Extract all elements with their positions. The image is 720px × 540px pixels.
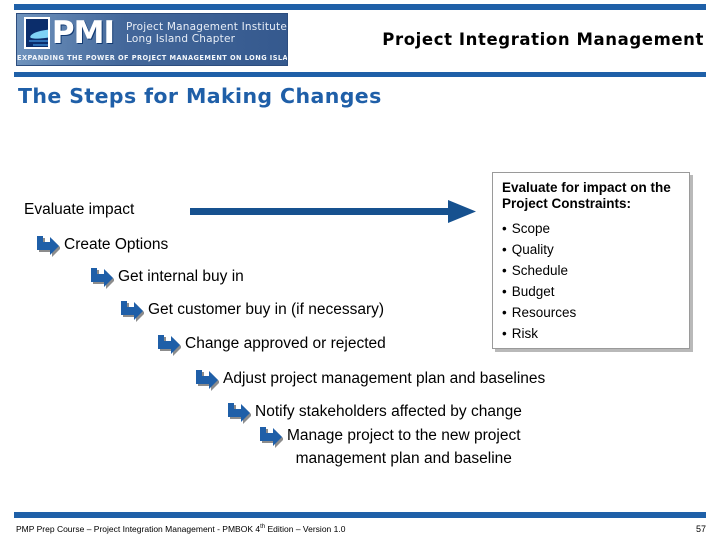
step-label: Create Options: [64, 236, 169, 253]
bent-arrow-icon: [34, 233, 61, 257]
step-label: Change approved or rejected: [185, 335, 386, 352]
process-direction-arrow: [190, 198, 476, 226]
step-item-8-row: Manage project to the new project: [257, 424, 521, 448]
island-shape: [29, 28, 48, 40]
step-item-8: Manage project to the new project manage…: [257, 424, 521, 470]
page-title: The Steps for Making Changes: [18, 84, 382, 108]
step-item-4: Get customer buy in (if necessary): [118, 298, 384, 322]
slide-number: 57: [695, 524, 706, 534]
step-item-1: Evaluate impact: [24, 200, 134, 220]
list-item: Resources: [502, 302, 680, 323]
step-item-5: Change approved or rejected: [155, 332, 386, 356]
step-label: Get internal buy in: [118, 268, 244, 285]
header-divider-bar: [14, 72, 706, 77]
logo-org-line-2: Long Island Chapter: [126, 33, 236, 45]
pmi-long-island-logo: PMI Project Management Institute Long Is…: [16, 13, 288, 66]
logo-org-names: Project Management Institute Long Island…: [126, 21, 287, 45]
step-label: Get customer buy in (if necessary): [148, 301, 385, 318]
bent-arrow-icon: [225, 400, 252, 424]
list-item: Quality: [502, 239, 680, 260]
logo-org-line-1: Project Management Institute: [126, 21, 287, 33]
wave-line-top: [29, 40, 48, 42]
footer-text-before: PMP Prep Course – Project Integration Ma…: [16, 524, 261, 534]
long-island-island-icon: [24, 17, 50, 49]
step-label: Evaluate impact: [24, 201, 135, 218]
bent-arrow-icon: [257, 424, 284, 448]
top-accent-bar: [14, 4, 706, 10]
step-item-6: Adjust project management plan and basel…: [193, 367, 545, 391]
footer-accent-bar: [14, 512, 706, 518]
logo-acronym: PMI: [51, 15, 115, 51]
logo-tagline: EXPANDING THE POWER OF PROJECT MANAGEMEN…: [17, 54, 288, 62]
step-item-3: Get internal buy in: [88, 265, 244, 289]
step-label-line-2: management plan and baseline: [295, 450, 512, 467]
list-item: Budget: [502, 281, 680, 302]
step-label: Adjust project management plan and basel…: [223, 370, 546, 387]
bent-arrow-icon: [155, 332, 182, 356]
constraints-list: Scope Quality Schedule Budget Resources …: [502, 218, 680, 344]
step-item-7: Notify stakeholders affected by change: [225, 400, 522, 424]
list-item: Schedule: [502, 260, 680, 281]
list-item: Risk: [502, 323, 680, 344]
footer-course-label: PMP Prep Course – Project Integration Ma…: [16, 524, 345, 534]
step-label: Notify stakeholders affected by change: [255, 403, 522, 420]
header-title: Project Integration Management: [382, 30, 704, 49]
constraints-title: Evaluate for impact on the Project Const…: [502, 180, 671, 211]
constraints-callout-box: Evaluate for impact on the Project Const…: [492, 172, 690, 349]
step-item-2: Create Options: [34, 233, 168, 257]
bent-arrow-icon: [193, 367, 220, 391]
bent-arrow-icon: [118, 298, 145, 322]
list-item: Scope: [502, 218, 680, 239]
step-label: Manage project to the new project: [287, 427, 521, 444]
bent-arrow-icon: [88, 265, 115, 289]
logo-primary-row: PMI Project Management Institute Long Is…: [17, 14, 287, 52]
wave-line-bottom: [33, 44, 48, 46]
footer-text-after: Edition – Version 1.0: [265, 524, 346, 534]
